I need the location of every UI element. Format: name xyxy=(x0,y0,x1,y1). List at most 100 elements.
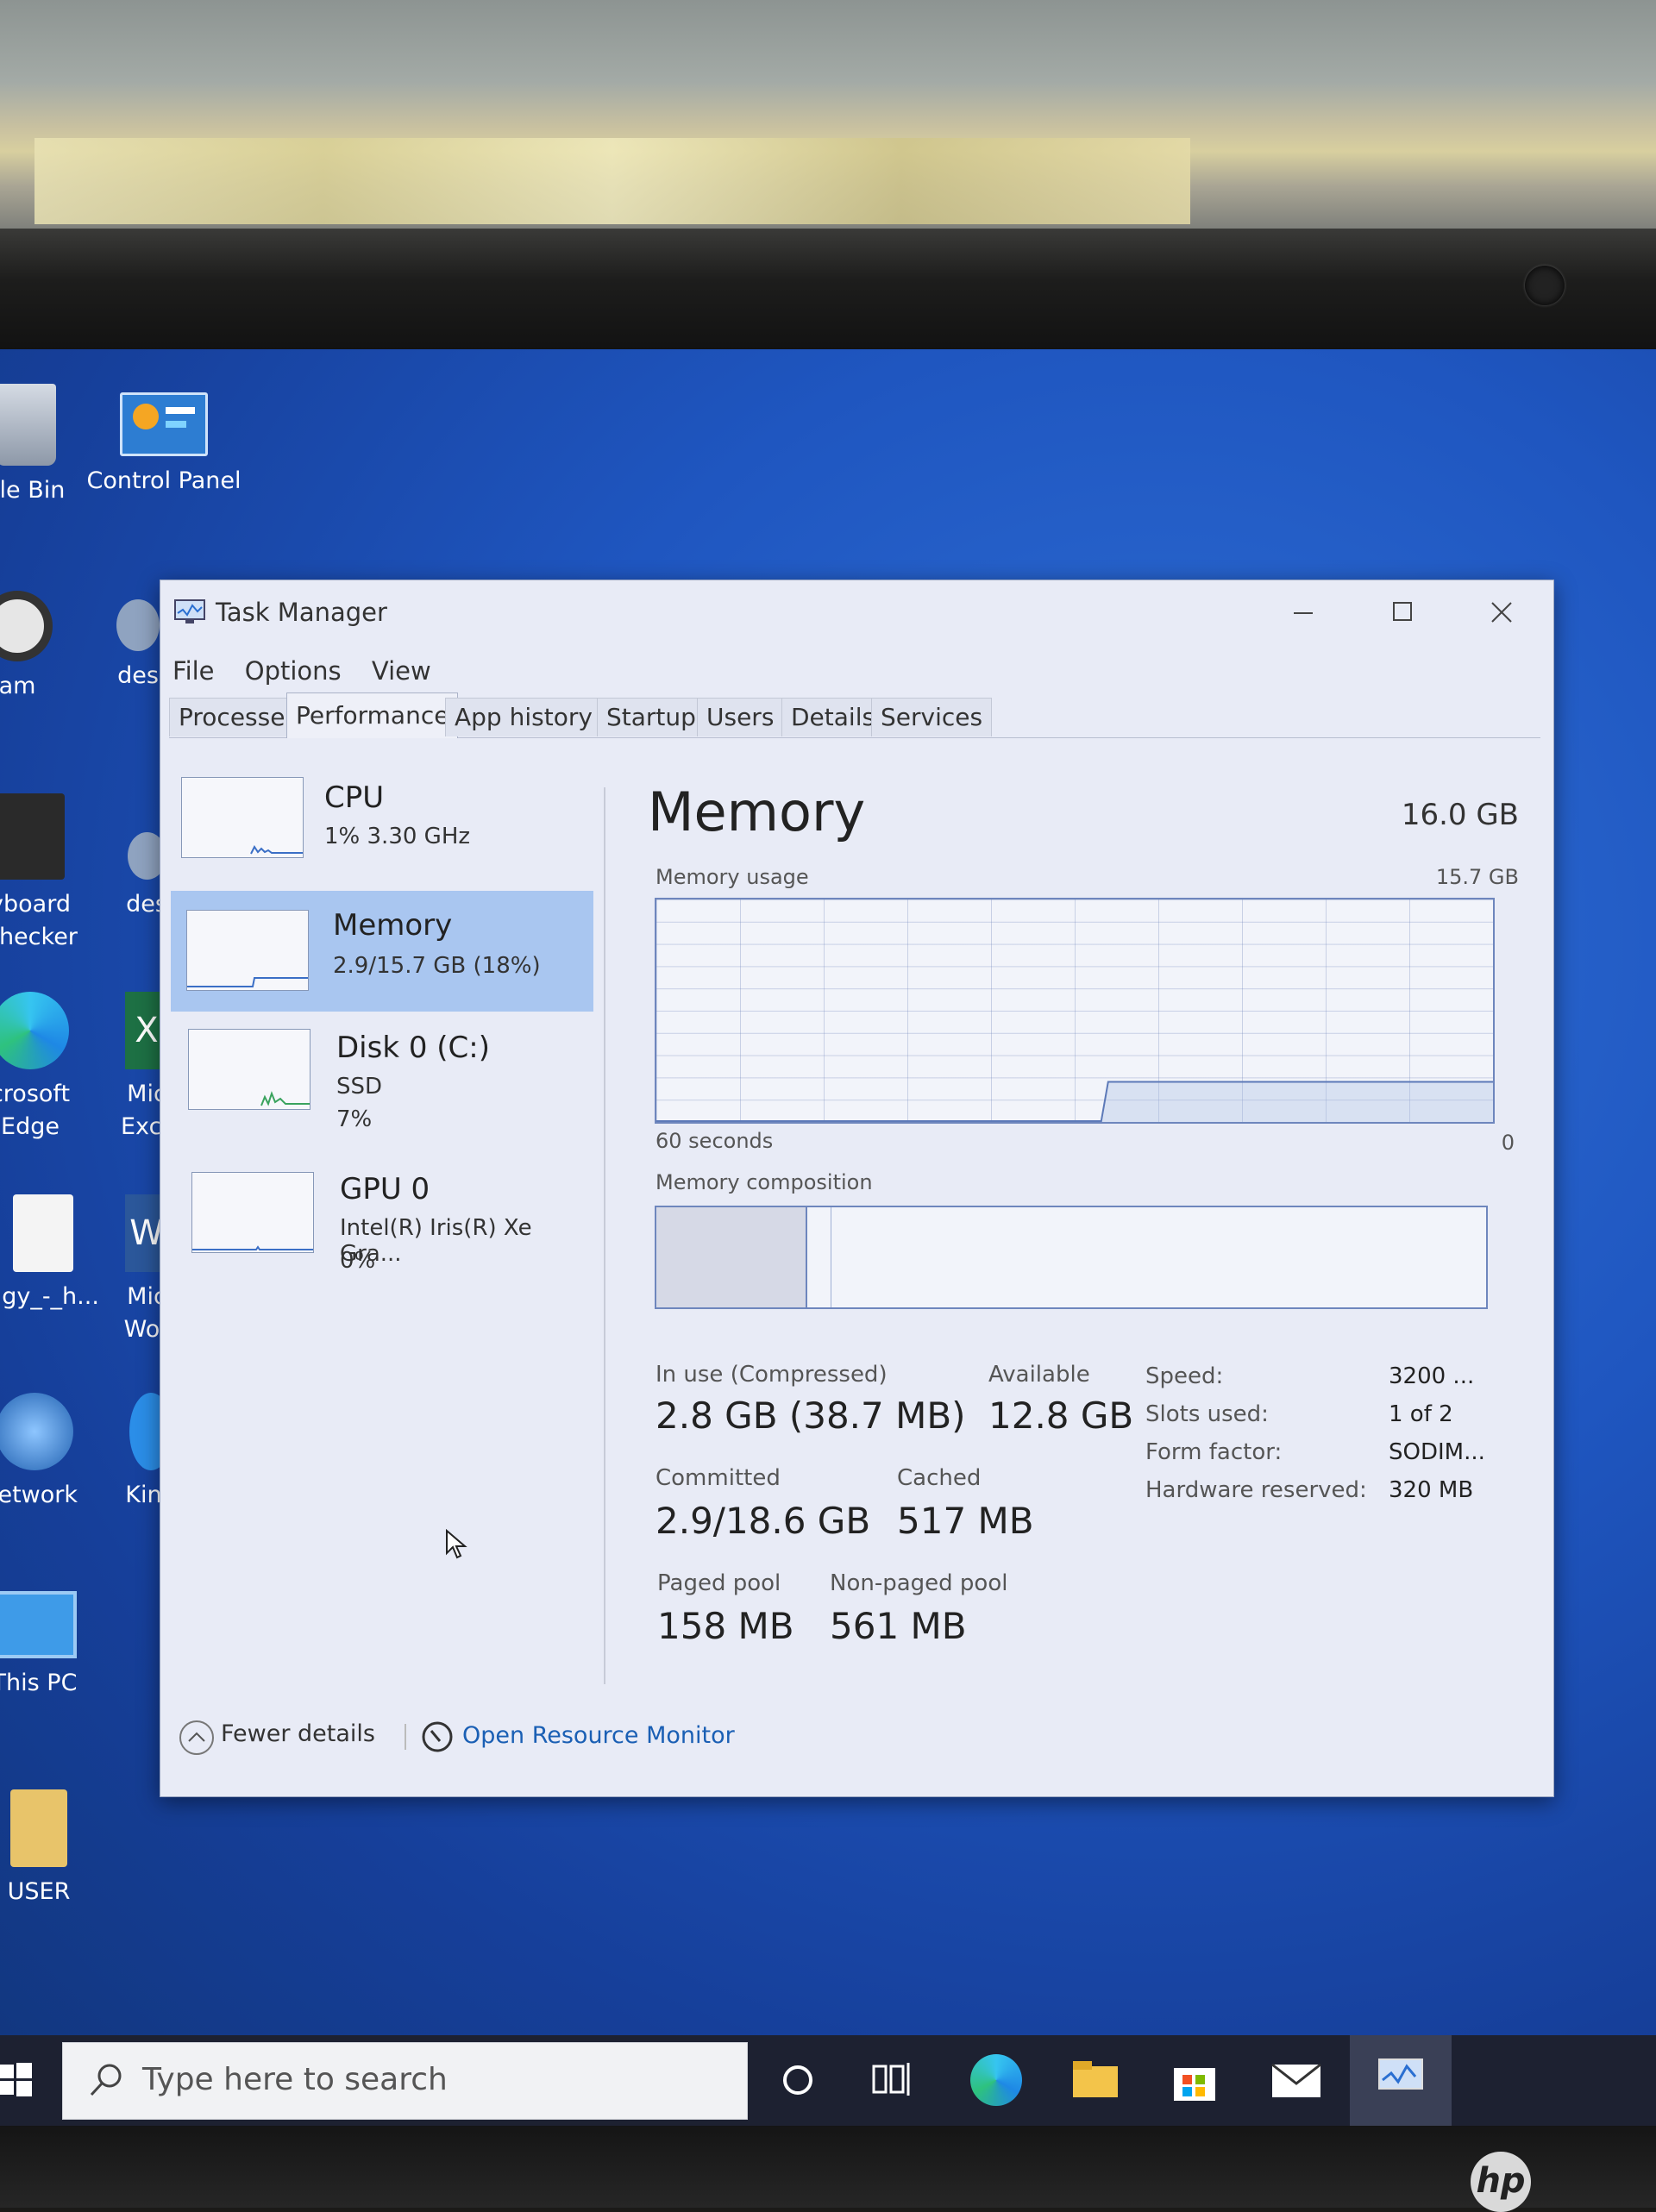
windows-start-icon[interactable] xyxy=(0,2061,34,2099)
task-manager-icon xyxy=(1378,2058,1423,2090)
maximize-icon xyxy=(1393,602,1412,621)
tab-startup[interactable]: Startup xyxy=(597,698,706,736)
close-button[interactable] xyxy=(1471,591,1532,634)
user-folder-icon xyxy=(10,1789,67,1867)
resource-gpu[interactable]: GPU 0 Intel(R) Iris(R) Xe Gra... 0% xyxy=(171,1160,593,1281)
available-label: Available xyxy=(988,1362,1090,1388)
tab-users[interactable]: Users xyxy=(697,698,784,736)
available-value: 12.8 GB xyxy=(988,1394,1134,1437)
desktop-icon-network[interactable]: letwork xyxy=(0,1393,86,1512)
spec-speed-label: Speed: xyxy=(1145,1363,1224,1389)
cortana-icon[interactable] xyxy=(772,2054,824,2106)
spec-form-factor-label: Form factor: xyxy=(1145,1439,1283,1465)
minimize-button[interactable] xyxy=(1273,591,1333,634)
desktop-icon-label: cle Bin xyxy=(0,477,66,504)
tab-strip: Processes Performance App history Startu… xyxy=(169,692,1540,738)
tab-details[interactable]: Details xyxy=(781,698,885,736)
edge-taskbar-icon[interactable] xyxy=(970,2054,1022,2106)
disk-thumbnail xyxy=(188,1029,310,1110)
composition-in-use xyxy=(656,1207,808,1307)
laptop-bezel-top xyxy=(0,229,1656,358)
photo-background xyxy=(0,0,1656,233)
window-footer: Fewer details Open Resource Monitor xyxy=(160,1710,1553,1770)
desktop-icon-label: ggy_-_h... xyxy=(0,1283,99,1310)
tab-performance[interactable]: Performance xyxy=(286,692,459,738)
tab-app-history[interactable]: App history xyxy=(445,698,602,736)
resource-detail: 1% 3.30 GHz xyxy=(324,824,471,849)
desktop-icon-camera[interactable]: am xyxy=(0,591,60,703)
spec-slots-value: 1 of 2 xyxy=(1389,1401,1453,1427)
memory-thumbnail xyxy=(186,910,309,991)
resource-name: Memory xyxy=(333,908,453,943)
desktop-icon-ggy-h[interactable]: ggy_-_h... xyxy=(0,1194,104,1313)
menu-bar: File Options View xyxy=(172,656,454,686)
in-use-value: 2.8 GB (38.7 MB) xyxy=(656,1394,966,1437)
title-bar: Task Manager xyxy=(160,580,1553,645)
memory-usage-line xyxy=(656,1081,1493,1122)
tab-services[interactable]: Services xyxy=(871,698,993,736)
composition-modified xyxy=(806,1207,832,1307)
maximize-button[interactable] xyxy=(1372,591,1433,634)
resource-memory[interactable]: Memory 2.9/15.7 GB (18%) xyxy=(171,891,593,1012)
open-resource-monitor-link[interactable]: Open Resource Monitor xyxy=(462,1722,735,1749)
task-view-icon[interactable] xyxy=(867,2054,919,2106)
task-manager-icon xyxy=(174,599,205,623)
committed-value: 2.9/18.6 GB xyxy=(656,1500,871,1542)
desktop-icon-keyboard-checker[interactable]: yboard Checker xyxy=(0,793,78,954)
task-manager-taskbar-button[interactable] xyxy=(1350,2035,1452,2130)
desktop-icon-label: This PC xyxy=(0,1670,78,1696)
memory-usage-graph xyxy=(655,898,1495,1124)
window-title: Task Manager xyxy=(216,598,387,627)
cached-value: 517 MB xyxy=(897,1500,1034,1542)
resource-detail: 2.9/15.7 GB (18%) xyxy=(333,953,541,979)
resource-list: CPU 1% 3.30 GHz Memory 2.9/15.7 GB (18%)… xyxy=(171,761,593,1676)
resource-detail: Intel(R) Iris(R) Xe Gra... xyxy=(340,1215,532,1267)
fewer-details-link[interactable]: Fewer details xyxy=(221,1720,375,1747)
store-icon[interactable] xyxy=(1169,2054,1220,2106)
spec-speed-value: 3200 ... xyxy=(1389,1363,1475,1389)
keyboard-icon xyxy=(0,793,65,880)
document-icon xyxy=(13,1194,73,1272)
hp-logo: hp xyxy=(1471,2152,1531,2212)
desktop-icon-user[interactable]: USER xyxy=(0,1789,86,1908)
paged-pool-value: 158 MB xyxy=(657,1605,794,1647)
desktop-icon-label: crosoft xyxy=(0,1081,71,1107)
memory-total: 16.0 GB xyxy=(1401,798,1519,832)
webcam xyxy=(1525,266,1565,305)
mail-icon[interactable] xyxy=(1270,2054,1322,2106)
desktop-icon-des-1[interactable]: des xyxy=(112,599,164,692)
background-window xyxy=(34,138,1190,224)
desktop-icon-control-panel[interactable]: Control Panel xyxy=(86,392,242,498)
cached-label: Cached xyxy=(897,1465,982,1491)
file-explorer-icon[interactable] xyxy=(1070,2054,1121,2106)
desktop-icon-label: Control Panel xyxy=(86,467,242,494)
laptop-bezel-bottom xyxy=(0,2126,1656,2208)
menu-file[interactable]: File xyxy=(172,656,215,686)
search-icon xyxy=(90,2064,122,2096)
taskbar-search-box[interactable]: Type here to search xyxy=(62,2042,748,2120)
close-icon xyxy=(1491,602,1512,623)
menu-view[interactable]: View xyxy=(372,656,431,686)
panel-divider xyxy=(604,787,605,1684)
resource-percent: 0% xyxy=(340,1248,376,1274)
spec-slots-label: Slots used: xyxy=(1145,1401,1269,1427)
menu-options[interactable]: Options xyxy=(245,656,342,686)
gpu-thumbnail xyxy=(191,1172,314,1253)
memory-composition-bar xyxy=(655,1206,1488,1309)
resource-disk[interactable]: Disk 0 (C:) SSD 7% xyxy=(171,1020,593,1141)
memory-usage-label: Memory usage xyxy=(656,865,809,889)
desktop-icon-label: Edge xyxy=(1,1113,60,1140)
camera-icon xyxy=(0,591,53,661)
desktop-icon-label: USER xyxy=(7,1878,71,1905)
desktop-icon-microsoft-edge[interactable]: crosoft Edge xyxy=(0,992,78,1144)
spec-hardware-reserved-value: 320 MB xyxy=(1389,1477,1474,1503)
time-axis-left: 60 seconds xyxy=(656,1129,774,1153)
resource-cpu[interactable]: CPU 1% 3.30 GHz xyxy=(171,761,593,882)
resource-name: CPU xyxy=(324,780,385,815)
control-panel-icon xyxy=(120,392,208,456)
desktop-icon-recycle-bin[interactable]: cle Bin xyxy=(0,384,78,507)
search-placeholder: Type here to search xyxy=(142,2062,448,2097)
desktop-icon-this-pc[interactable]: This PC xyxy=(0,1591,86,1700)
non-paged-pool-value: 561 MB xyxy=(830,1605,967,1647)
committed-label: Committed xyxy=(656,1465,781,1491)
